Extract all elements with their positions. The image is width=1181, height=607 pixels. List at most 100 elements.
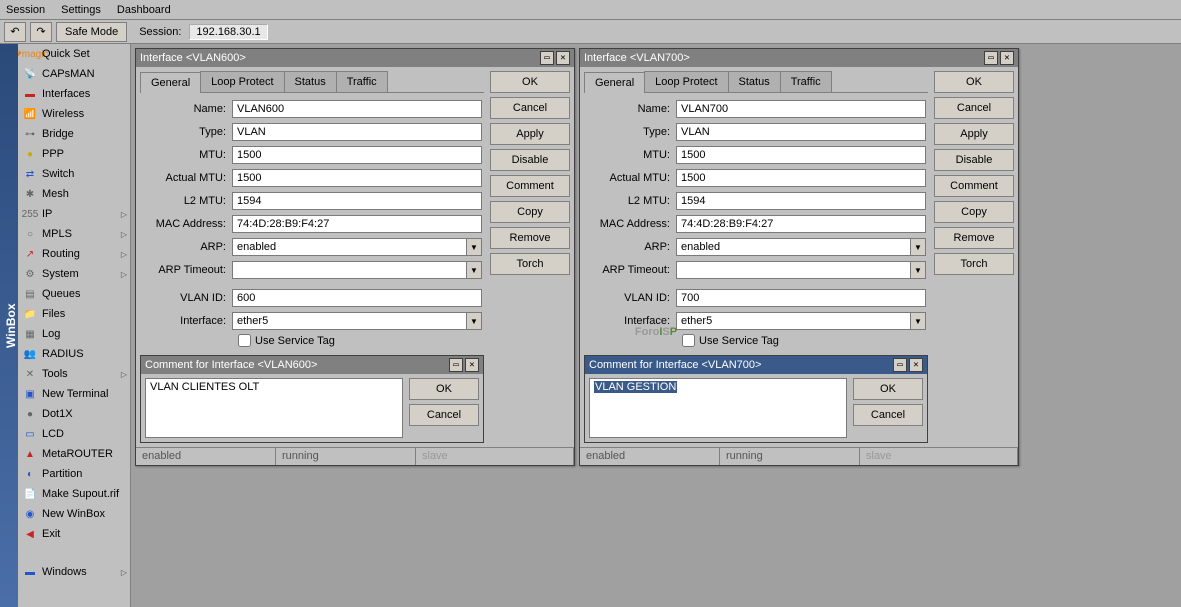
arp-timeout-expand-icon[interactable]: ▼ bbox=[466, 261, 482, 279]
comment-window-title[interactable]: Comment for Interface <VLAN600> ▭ ✕ bbox=[141, 356, 483, 374]
sidebar-item-metarouter[interactable]: ▲MetaROUTER bbox=[18, 444, 130, 464]
arp-field[interactable] bbox=[232, 238, 467, 256]
comment-cancel-button[interactable]: Cancel bbox=[853, 404, 923, 426]
window-title[interactable]: Interface <VLAN700> ▭ ✕ bbox=[580, 49, 1018, 67]
sidebar-item-bridge[interactable]: ⊶Bridge bbox=[18, 124, 130, 144]
comment-ok-button[interactable]: OK bbox=[409, 378, 479, 400]
sidebar-item-lcd[interactable]: ▭LCD bbox=[18, 424, 130, 444]
cancel-button[interactable]: Cancel bbox=[934, 97, 1014, 119]
close-icon[interactable]: ✕ bbox=[1000, 51, 1014, 65]
type-field[interactable] bbox=[676, 123, 926, 141]
torch-button[interactable]: Torch bbox=[490, 253, 570, 275]
minimize-icon[interactable]: ▭ bbox=[984, 51, 998, 65]
comment-cancel-button[interactable]: Cancel bbox=[409, 404, 479, 426]
minimize-icon[interactable]: ▭ bbox=[893, 358, 907, 372]
mac-field[interactable] bbox=[232, 215, 482, 233]
service-tag-checkbox[interactable] bbox=[682, 334, 695, 347]
arp-timeout-expand-icon[interactable]: ▼ bbox=[910, 261, 926, 279]
mac-field[interactable] bbox=[676, 215, 926, 233]
comment-button[interactable]: Comment bbox=[490, 175, 570, 197]
remove-button[interactable]: Remove bbox=[490, 227, 570, 249]
type-field[interactable] bbox=[232, 123, 482, 141]
safe-mode-button[interactable]: Safe Mode bbox=[56, 22, 127, 42]
sidebar-item-system[interactable]: ⚙System▷ bbox=[18, 264, 130, 284]
l2-mtu-field[interactable] bbox=[676, 192, 926, 210]
apply-button[interactable]: Apply bbox=[490, 123, 570, 145]
copy-button[interactable]: Copy bbox=[490, 201, 570, 223]
menu-dashboard[interactable]: Dashboard bbox=[117, 4, 171, 16]
tab-status[interactable]: Status bbox=[728, 71, 781, 92]
comment-button[interactable]: Comment bbox=[934, 175, 1014, 197]
mtu-field[interactable] bbox=[232, 146, 482, 164]
arp-dropdown-icon[interactable]: ▼ bbox=[910, 238, 926, 256]
name-field[interactable] bbox=[676, 100, 926, 118]
sidebar-item-dot1x[interactable]: ●Dot1X bbox=[18, 404, 130, 424]
torch-button[interactable]: Torch bbox=[934, 253, 1014, 275]
interface-field[interactable] bbox=[676, 312, 911, 330]
interface-field[interactable] bbox=[232, 312, 467, 330]
sidebar-item-windows[interactable]: ▬Windows▷ bbox=[18, 562, 130, 582]
arp-field[interactable] bbox=[676, 238, 911, 256]
sidebar-item-ip[interactable]: 255IP▷ bbox=[18, 204, 130, 224]
sidebar-item-ppp[interactable]: ●PPP bbox=[18, 144, 130, 164]
apply-button[interactable]: Apply bbox=[934, 123, 1014, 145]
minimize-icon[interactable]: ▭ bbox=[449, 358, 463, 372]
sidebar-item-capsman[interactable]: 📡CAPsMAN bbox=[18, 64, 130, 84]
window-title[interactable]: Interface <VLAN600> ▭ ✕ bbox=[136, 49, 574, 67]
vlan-id-field[interactable] bbox=[232, 289, 482, 307]
sidebar-item-quick-set[interactable]: �magicQuick Set bbox=[18, 44, 130, 64]
sidebar-item-make-supout-rif[interactable]: 📄Make Supout.rif bbox=[18, 484, 130, 504]
ok-button[interactable]: OK bbox=[490, 71, 570, 93]
vlan-id-field[interactable] bbox=[676, 289, 926, 307]
sidebar-item-exit[interactable]: ◀Exit bbox=[18, 524, 130, 544]
tab-loop-protect[interactable]: Loop Protect bbox=[644, 71, 728, 92]
copy-button[interactable]: Copy bbox=[934, 201, 1014, 223]
redo-button[interactable]: ↷ bbox=[30, 22, 52, 42]
close-icon[interactable]: ✕ bbox=[556, 51, 570, 65]
tab-status[interactable]: Status bbox=[284, 71, 337, 92]
tab-general[interactable]: General bbox=[140, 72, 201, 93]
close-icon[interactable]: ✕ bbox=[465, 358, 479, 372]
comment-ok-button[interactable]: OK bbox=[853, 378, 923, 400]
sidebar-item-queues[interactable]: ▤Queues bbox=[18, 284, 130, 304]
mtu-field[interactable] bbox=[676, 146, 926, 164]
sidebar-item-interfaces[interactable]: ▬Interfaces bbox=[18, 84, 130, 104]
comment-textarea[interactable]: VLAN CLIENTES OLT bbox=[145, 378, 403, 438]
sidebar-item-mesh[interactable]: ✱Mesh bbox=[18, 184, 130, 204]
disable-button[interactable]: Disable bbox=[934, 149, 1014, 171]
undo-button[interactable]: ↶ bbox=[4, 22, 26, 42]
minimize-icon[interactable]: ▭ bbox=[540, 51, 554, 65]
sidebar-item-partition[interactable]: ◐Partition bbox=[18, 464, 130, 484]
disable-button[interactable]: Disable bbox=[490, 149, 570, 171]
tab-traffic[interactable]: Traffic bbox=[336, 71, 388, 92]
ok-button[interactable]: OK bbox=[934, 71, 1014, 93]
sidebar-item-routing[interactable]: ↗Routing▷ bbox=[18, 244, 130, 264]
interface-dropdown-icon[interactable]: ▼ bbox=[910, 312, 926, 330]
menu-settings[interactable]: Settings bbox=[61, 4, 101, 16]
sidebar-item-mpls[interactable]: ○MPLS▷ bbox=[18, 224, 130, 244]
remove-button[interactable]: Remove bbox=[934, 227, 1014, 249]
comment-window-title[interactable]: Comment for Interface <VLAN700> ▭ ✕ bbox=[585, 356, 927, 374]
arp-timeout-field[interactable] bbox=[232, 261, 467, 279]
sidebar-item-switch[interactable]: ⇄Switch bbox=[18, 164, 130, 184]
sidebar-item-radius[interactable]: 👥RADIUS bbox=[18, 344, 130, 364]
sidebar-item-files[interactable]: 📁Files bbox=[18, 304, 130, 324]
l2-mtu-field[interactable] bbox=[232, 192, 482, 210]
sidebar-item-new-winbox[interactable]: ◉New WinBox bbox=[18, 504, 130, 524]
tab-general[interactable]: General bbox=[584, 72, 645, 93]
sidebar-item-tools[interactable]: ✕Tools▷ bbox=[18, 364, 130, 384]
menu-session[interactable]: Session bbox=[6, 4, 45, 16]
service-tag-checkbox[interactable] bbox=[238, 334, 251, 347]
comment-textarea[interactable]: VLAN GESTION bbox=[589, 378, 847, 438]
actual-mtu-field[interactable] bbox=[232, 169, 482, 187]
interface-dropdown-icon[interactable]: ▼ bbox=[466, 312, 482, 330]
arp-dropdown-icon[interactable]: ▼ bbox=[466, 238, 482, 256]
arp-timeout-field[interactable] bbox=[676, 261, 911, 279]
sidebar-item-new-terminal[interactable]: ▣New Terminal bbox=[18, 384, 130, 404]
name-field[interactable] bbox=[232, 100, 482, 118]
actual-mtu-field[interactable] bbox=[676, 169, 926, 187]
tab-loop-protect[interactable]: Loop Protect bbox=[200, 71, 284, 92]
close-icon[interactable]: ✕ bbox=[909, 358, 923, 372]
sidebar-item-log[interactable]: ▦Log bbox=[18, 324, 130, 344]
cancel-button[interactable]: Cancel bbox=[490, 97, 570, 119]
